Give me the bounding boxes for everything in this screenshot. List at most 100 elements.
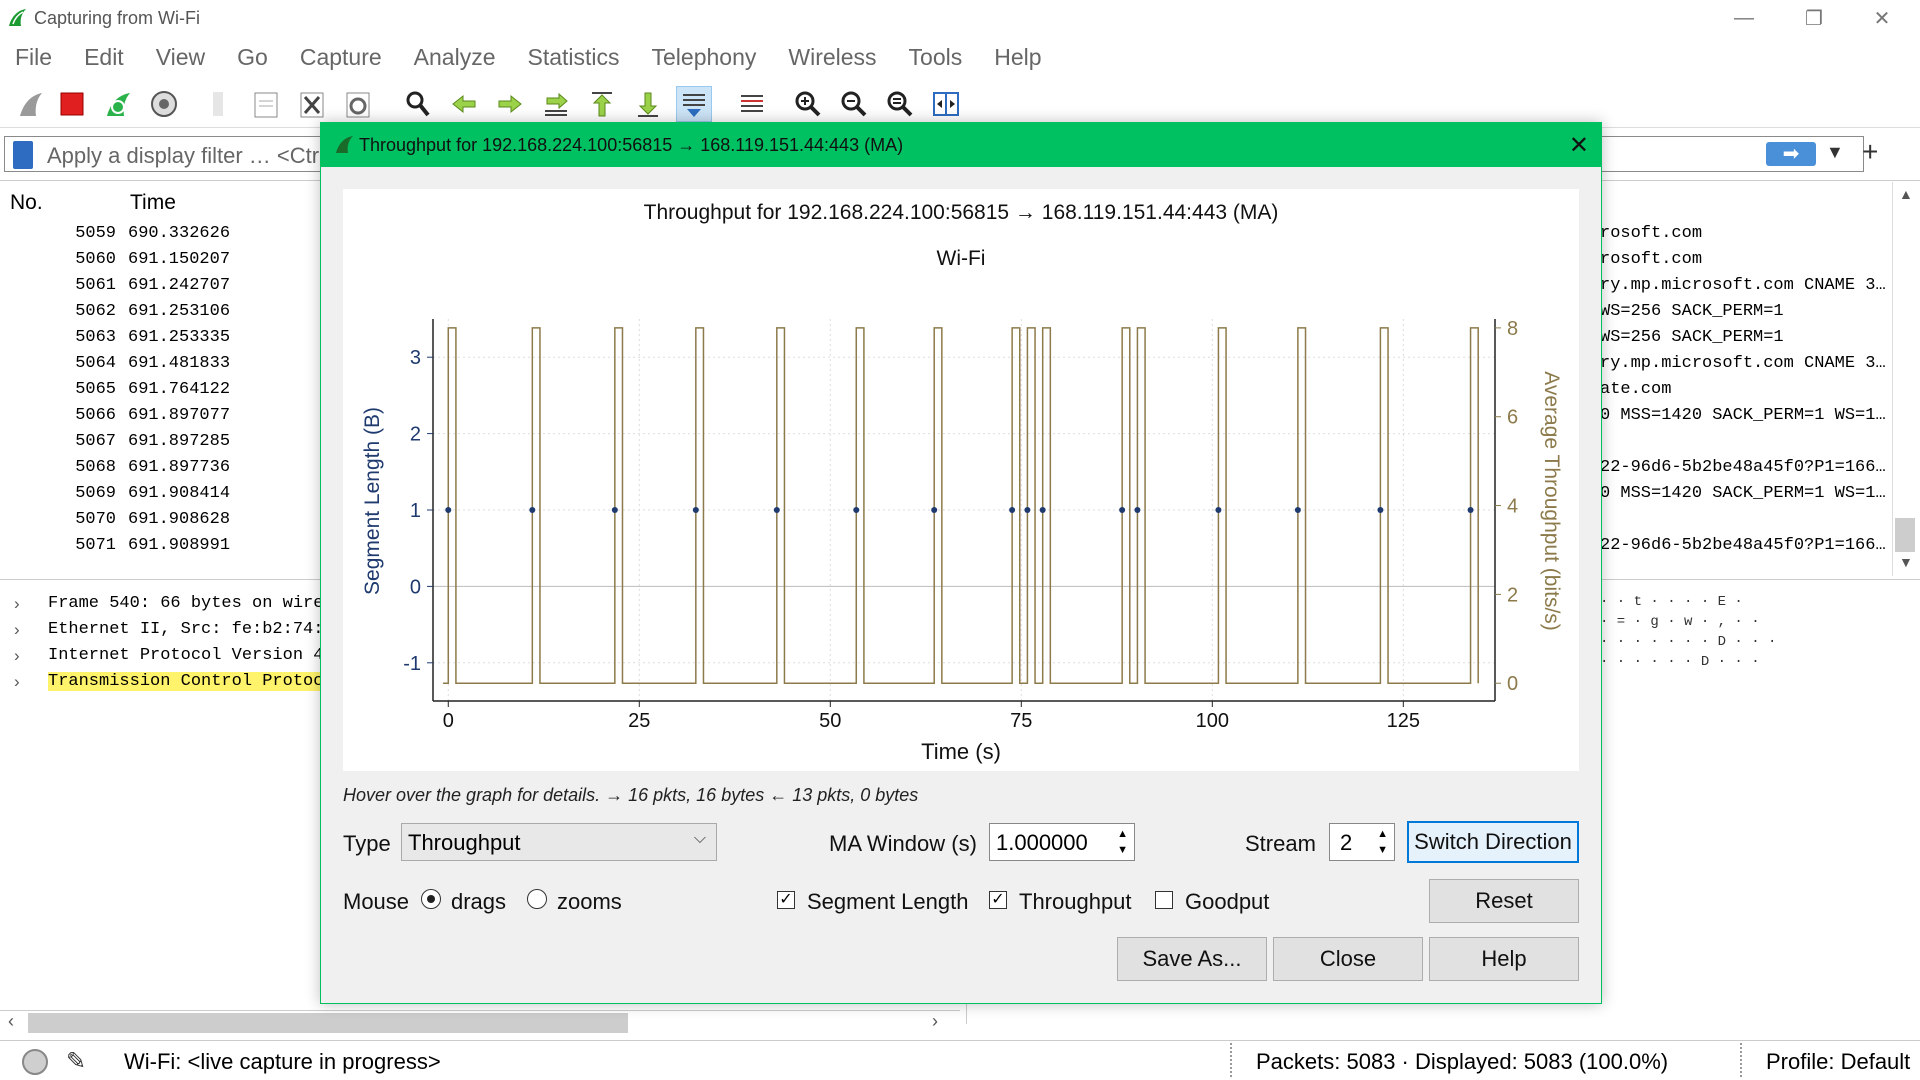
start-capture-icon[interactable] — [12, 86, 48, 122]
column-header-no[interactable]: No. — [10, 191, 43, 215]
window-title: Capturing from Wi-Fi — [34, 7, 201, 28]
stream-value: 2 — [1340, 830, 1353, 855]
column-header-time[interactable]: Time — [130, 191, 176, 215]
zoom-out-icon[interactable] — [836, 86, 872, 122]
go-back-icon[interactable] — [446, 86, 482, 122]
packet-time: 691.908414 — [128, 484, 231, 503]
graph-type-value: Throughput — [408, 830, 521, 855]
expand-chevron-icon[interactable]: › — [14, 646, 20, 666]
segment-length-point — [1039, 507, 1046, 513]
graph-type-select[interactable]: Throughput ⌵ — [401, 823, 717, 861]
save-file-icon[interactable] — [248, 86, 284, 122]
goodput-checkbox[interactable] — [1155, 891, 1173, 909]
packet-no: 5067 — [75, 432, 116, 451]
reload-file-icon[interactable] — [340, 86, 376, 122]
x-tick-label: 125 — [1387, 710, 1420, 732]
packet-time: 691.897285 — [128, 432, 231, 451]
menu-tools[interactable]: Tools — [909, 44, 963, 71]
dialog-close-icon[interactable]: ✕ — [1569, 131, 1589, 160]
close-file-icon[interactable] — [294, 86, 330, 122]
segment-length-label[interactable]: Segment Length — [807, 889, 968, 915]
scroll-up-icon[interactable]: ▲ — [1899, 186, 1913, 202]
segment-length-checkbox[interactable]: ✓ — [777, 891, 795, 909]
profile-text[interactable]: Profile: Default — [1766, 1049, 1910, 1075]
close-button[interactable]: Close — [1273, 937, 1423, 981]
details-hscrollbar[interactable]: ‹ › — [0, 1010, 960, 1033]
switch-direction-button[interactable]: Switch Direction — [1407, 821, 1579, 863]
expand-chevron-icon[interactable]: › — [14, 594, 20, 614]
detail-tree-row[interactable]: › Frame 540: 66 bytes on wire — [0, 594, 330, 618]
ma-window-input[interactable]: 1.000000 ▲ ▼ — [989, 823, 1135, 861]
mouse-zooms-label[interactable]: zooms — [557, 889, 622, 915]
detail-tree-row[interactable]: › Ethernet II, Src: fe:b2:74:6 — [0, 620, 334, 644]
stop-capture-icon[interactable] — [54, 86, 90, 122]
resize-columns-icon[interactable] — [928, 86, 964, 122]
find-packet-icon[interactable] — [400, 86, 436, 122]
open-file-icon[interactable] — [200, 86, 236, 122]
scroll-left-icon[interactable]: ‹ — [8, 1011, 14, 1032]
throughput-chart[interactable]: Throughput for 192.168.224.100:56815 → 1… — [343, 189, 1579, 771]
minimize-button[interactable]: — — [1714, 0, 1774, 36]
stream-number-input[interactable]: 2 ▲ ▼ — [1329, 823, 1395, 861]
menu-capture[interactable]: Capture — [300, 44, 382, 71]
apply-filter-arrow-icon[interactable]: ➡ — [1766, 142, 1816, 166]
mouse-label: Mouse — [343, 889, 410, 914]
spinner-arrows-icon[interactable]: ▲ ▼ — [1117, 826, 1128, 858]
first-packet-icon[interactable] — [584, 86, 620, 122]
menu-go[interactable]: Go — [237, 44, 268, 71]
scroll-thumb[interactable] — [1895, 518, 1915, 552]
chevron-down-icon: ⌵ — [693, 830, 706, 847]
goodput-label[interactable]: Goodput — [1185, 889, 1269, 915]
colorize-icon[interactable] — [734, 86, 770, 122]
capture-options-icon[interactable] — [146, 86, 182, 122]
filter-dropdown-icon[interactable]: ▼ — [1826, 142, 1844, 163]
help-button[interactable]: Help — [1429, 937, 1579, 981]
menu-help[interactable]: Help — [994, 44, 1041, 71]
mouse-zooms-radio[interactable] — [527, 889, 547, 909]
auto-scroll-icon[interactable] — [676, 86, 712, 122]
mouse-drags-radio[interactable] — [421, 889, 441, 909]
menu-edit[interactable]: Edit — [84, 44, 124, 71]
detail-tree-row[interactable]: › Transmission Control Protoco — [0, 672, 334, 696]
mouse-drags-label[interactable]: drags — [451, 889, 506, 915]
close-window-button[interactable]: ✕ — [1852, 0, 1912, 36]
hscroll-thumb[interactable] — [28, 1013, 628, 1033]
last-packet-icon[interactable] — [630, 86, 666, 122]
spinner-arrows-icon[interactable]: ▲ ▼ — [1377, 826, 1388, 858]
menu-wireless[interactable]: Wireless — [788, 44, 876, 71]
restore-button[interactable]: ❐ — [1784, 0, 1844, 36]
menu-view[interactable]: View — [156, 44, 205, 71]
throughput-checkbox[interactable]: ✓ — [989, 891, 1007, 909]
capture-comment-icon[interactable]: ✎ — [66, 1047, 86, 1076]
menu-file[interactable]: File — [15, 44, 52, 71]
packet-info: ate.com — [1600, 380, 1672, 399]
save-as-button[interactable]: Save As... — [1117, 937, 1267, 981]
bytes-ascii-row: · · · · · · D · · · — [1600, 654, 1760, 670]
detail-tree-row[interactable]: › Internet Protocol Version 4, — [0, 646, 334, 670]
go-forward-icon[interactable] — [492, 86, 528, 122]
segment-length-point — [692, 507, 699, 513]
expert-info-icon[interactable] — [22, 1049, 48, 1075]
zoom-in-icon[interactable] — [790, 86, 826, 122]
packet-time: 691.908991 — [128, 536, 231, 555]
go-to-packet-icon[interactable] — [538, 86, 574, 122]
detail-text: Internet Protocol Version 4, — [48, 646, 334, 665]
normal-size-icon[interactable] — [882, 86, 918, 122]
restart-capture-icon[interactable] — [100, 86, 136, 122]
reset-button[interactable]: Reset — [1429, 879, 1579, 923]
dialog-title: Throughput for 192.168.224.100:56815 → 1… — [359, 134, 904, 155]
scroll-right-icon[interactable]: › — [932, 1011, 938, 1032]
filter-bookmark-icon[interactable] — [13, 141, 33, 169]
menu-statistics[interactable]: Statistics — [527, 44, 619, 71]
packet-list-scrollbar[interactable]: ▲ ▼ — [1892, 182, 1918, 576]
menu-telephony[interactable]: Telephony — [652, 44, 757, 71]
menu-analyze[interactable]: Analyze — [414, 44, 496, 71]
expand-chevron-icon[interactable]: › — [14, 672, 20, 692]
expand-chevron-icon[interactable]: › — [14, 620, 20, 640]
throughput-label[interactable]: Throughput — [1019, 889, 1132, 915]
add-filter-button-icon[interactable]: + — [1862, 136, 1878, 168]
scroll-down-icon[interactable]: ▼ — [1899, 554, 1913, 570]
packet-time: 691.481833 — [128, 354, 231, 373]
bytes-ascii-row: · · · · · · · D · · · — [1600, 634, 1777, 650]
graph-plot-area[interactable]: Throughput for 192.168.224.100:56815 → 1… — [343, 189, 1579, 771]
